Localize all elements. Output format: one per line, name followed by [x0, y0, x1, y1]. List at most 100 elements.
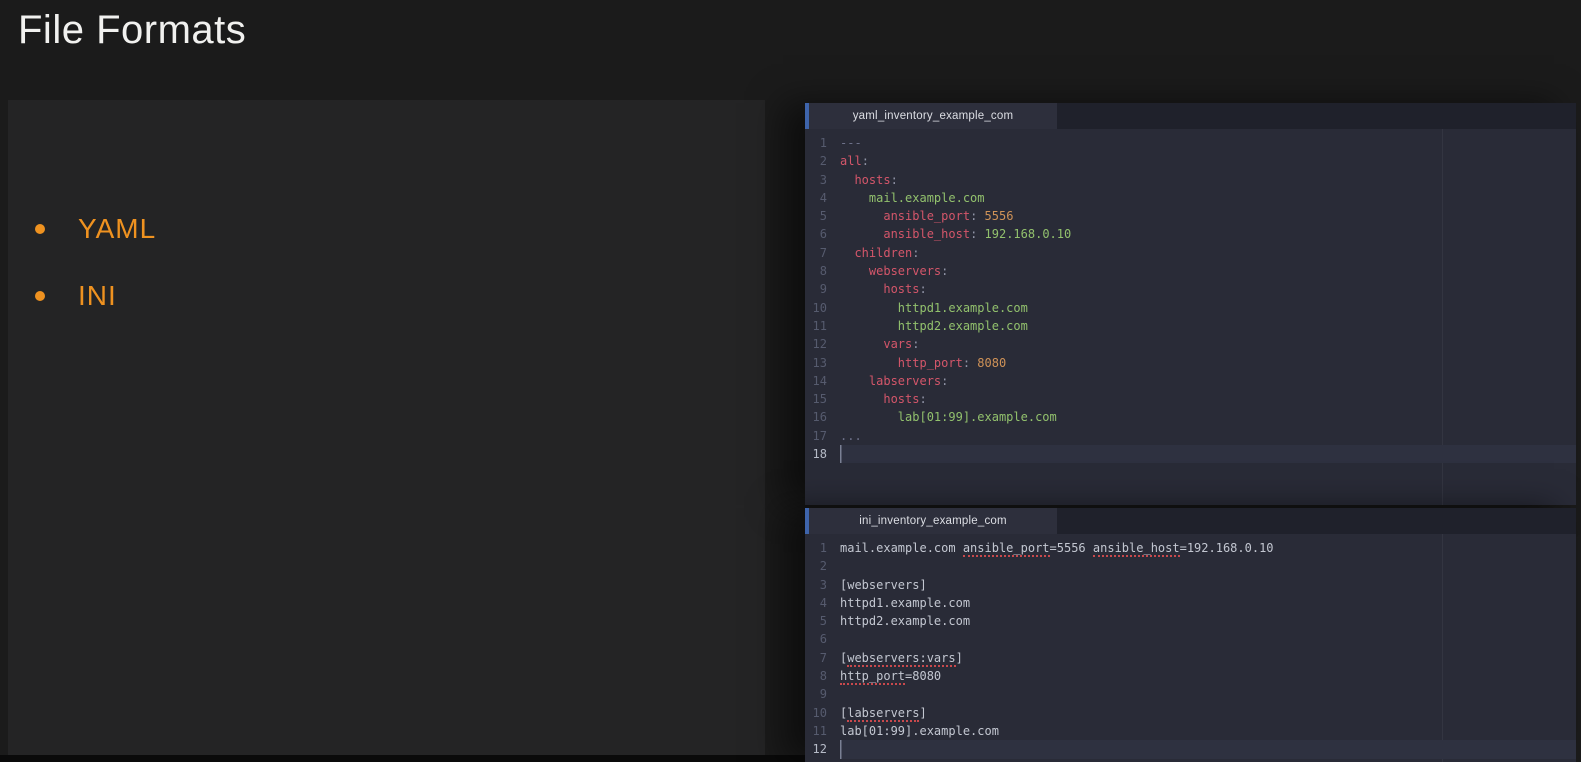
- code-line[interactable]: 7 [webservers:vars]: [805, 649, 1576, 667]
- line-number: 13: [805, 354, 827, 372]
- line-text: all:: [840, 152, 1576, 170]
- code-line[interactable]: 1mail.example.com ansible_port=5556 ansi…: [805, 539, 1576, 557]
- line-text: ansible_host: 192.168.0.10: [840, 225, 1576, 243]
- bullet-icon: [35, 224, 45, 234]
- line-number: 10: [805, 299, 827, 317]
- line-number: 1: [805, 134, 827, 152]
- line-number: 5: [805, 612, 827, 630]
- line-number: 8: [805, 667, 827, 685]
- line-number: 18: [805, 445, 827, 463]
- line-number: 17: [805, 427, 827, 445]
- code-line[interactable]: 8 webservers:: [805, 262, 1576, 280]
- code-line[interactable]: 4 httpd1.example.com: [805, 594, 1576, 612]
- code-line[interactable]: 16 lab[01:99].example.com: [805, 408, 1576, 426]
- line-text: httpd1.example.com: [840, 299, 1576, 317]
- line-text: labservers:: [840, 372, 1576, 390]
- line-number: 11: [805, 722, 827, 740]
- code-line[interactable]: 7 children:: [805, 244, 1576, 262]
- line-text: [840, 740, 1576, 758]
- line-number: 12: [805, 335, 827, 353]
- code-line[interactable]: 10 [labservers]: [805, 704, 1576, 722]
- code-line[interactable]: 1 ---: [805, 134, 1576, 152]
- code-line[interactable]: 12 vars:: [805, 335, 1576, 353]
- line-number: 3: [805, 171, 827, 189]
- code-line[interactable]: 3 hosts:: [805, 171, 1576, 189]
- line-text: httpd2.example.com: [840, 317, 1576, 335]
- code-line[interactable]: 8 http_port=8080: [805, 667, 1576, 685]
- code-line[interactable]: 15 hosts:: [805, 390, 1576, 408]
- ini-code-area[interactable]: 1mail.example.com ansible_port=5556 ansi…: [805, 534, 1576, 762]
- line-text: hosts:: [840, 280, 1576, 298]
- line-number: 4: [805, 189, 827, 207]
- bullet-item-ini: INI: [8, 279, 308, 313]
- code-line[interactable]: 18: [805, 445, 1576, 463]
- bullet-item-yaml: YAML: [8, 212, 308, 246]
- line-number: 4: [805, 594, 827, 612]
- bullet-label-yaml: YAML: [78, 212, 156, 246]
- line-text: [840, 630, 1576, 648]
- code-line[interactable]: 3 [webservers]: [805, 576, 1576, 594]
- code-line[interactable]: 11 httpd2.example.com: [805, 317, 1576, 335]
- code-line[interactable]: 11 lab[01:99].example.com: [805, 722, 1576, 740]
- tab-yaml-inventory[interactable]: yaml_inventory_example_com: [809, 103, 1057, 129]
- code-line[interactable]: 5httpd2.example.com: [805, 612, 1576, 630]
- line-number: 9: [805, 685, 827, 703]
- line-number: 15: [805, 390, 827, 408]
- line-text: lab[01:99].example.com: [840, 722, 1576, 740]
- line-text: [webservers:vars]: [840, 649, 1576, 667]
- code-line[interactable]: 5 ansible_port: 5556: [805, 207, 1576, 225]
- line-text: webservers:: [840, 262, 1576, 280]
- line-text: httpd1.example.com: [840, 594, 1576, 612]
- code-line[interactable]: 2: [805, 557, 1576, 575]
- ini-editor-tabbar: ini_inventory_example_com: [805, 508, 1576, 534]
- bullet-icon: [35, 291, 45, 301]
- line-text: [840, 445, 1576, 463]
- line-text: vars:: [840, 335, 1576, 353]
- line-text: [labservers]: [840, 704, 1576, 722]
- code-line[interactable]: 13 http_port: 8080: [805, 354, 1576, 372]
- code-line[interactable]: 4 mail.example.com: [805, 189, 1576, 207]
- tab-label: ini_inventory_example_com: [859, 515, 1007, 527]
- line-number: 8: [805, 262, 827, 280]
- ini-editor-panel: ini_inventory_example_com 1mail.example.…: [805, 508, 1576, 762]
- yaml-code-area[interactable]: 1---2all:3 hosts:4 mail.example.com5 ans…: [805, 129, 1576, 505]
- tab-ini-inventory[interactable]: ini_inventory_example_com: [809, 508, 1057, 534]
- line-text: hosts:: [840, 171, 1576, 189]
- page-title: File Formats: [18, 8, 246, 53]
- line-number: 12: [805, 740, 827, 758]
- line-text: http_port: 8080: [840, 354, 1576, 372]
- yaml-editor-panel: yaml_inventory_example_com 1 ---2all:3 ho…: [805, 103, 1576, 505]
- code-line[interactable]: 2all:: [805, 152, 1576, 170]
- line-number: 10: [805, 704, 827, 722]
- line-number: 9: [805, 280, 827, 298]
- line-number: 1: [805, 539, 827, 557]
- line-number: 11: [805, 317, 827, 335]
- code-line[interactable]: 17...: [805, 427, 1576, 445]
- line-text: ansible_port: 5556: [840, 207, 1576, 225]
- line-number: 5: [805, 207, 827, 225]
- line-text: http_port=8080: [840, 667, 1576, 685]
- line-number: 7: [805, 649, 827, 667]
- code-line[interactable]: 14 labservers:: [805, 372, 1576, 390]
- line-text: [webservers]: [840, 576, 1576, 594]
- line-text: [840, 557, 1576, 575]
- line-number: 6: [805, 225, 827, 243]
- bullet-label-ini: INI: [78, 279, 117, 313]
- line-number: 6: [805, 630, 827, 648]
- line-text: hosts:: [840, 390, 1576, 408]
- line-text: ---: [840, 134, 1576, 152]
- code-line[interactable]: 6 ansible_host: 192.168.0.10: [805, 225, 1576, 243]
- yaml-editor-tabbar: yaml_inventory_example_com: [805, 103, 1576, 129]
- code-line[interactable]: 6: [805, 630, 1576, 648]
- line-text: [840, 685, 1576, 703]
- code-line[interactable]: 9: [805, 685, 1576, 703]
- line-number: 7: [805, 244, 827, 262]
- bottom-edge: [0, 755, 810, 762]
- line-number: 3: [805, 576, 827, 594]
- line-number: 2: [805, 557, 827, 575]
- code-line[interactable]: 12: [805, 740, 1576, 758]
- line-text: lab[01:99].example.com: [840, 408, 1576, 426]
- code-line[interactable]: 9 hosts:: [805, 280, 1576, 298]
- code-line[interactable]: 10 httpd1.example.com: [805, 299, 1576, 317]
- content-panel: YAML INI: [8, 100, 765, 755]
